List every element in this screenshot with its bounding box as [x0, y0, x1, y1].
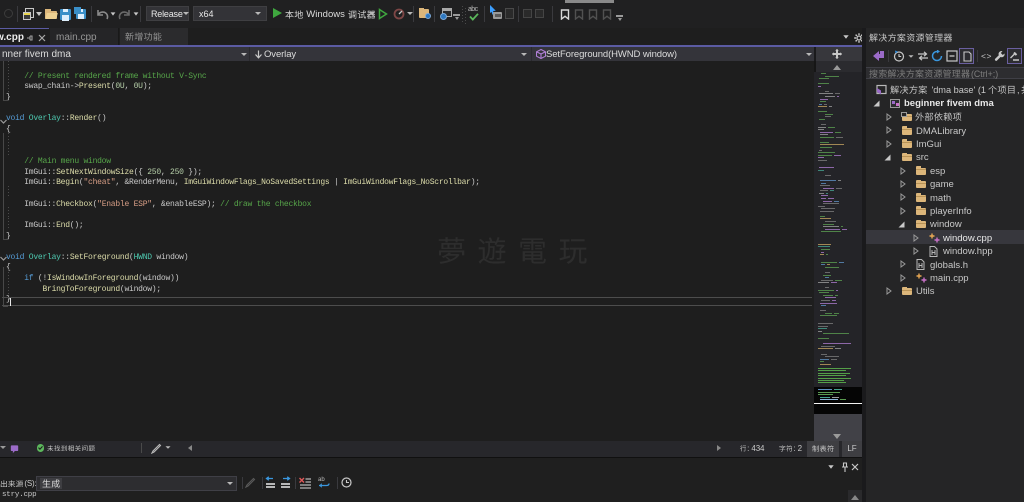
svg-text:ab: ab [318, 477, 325, 483]
